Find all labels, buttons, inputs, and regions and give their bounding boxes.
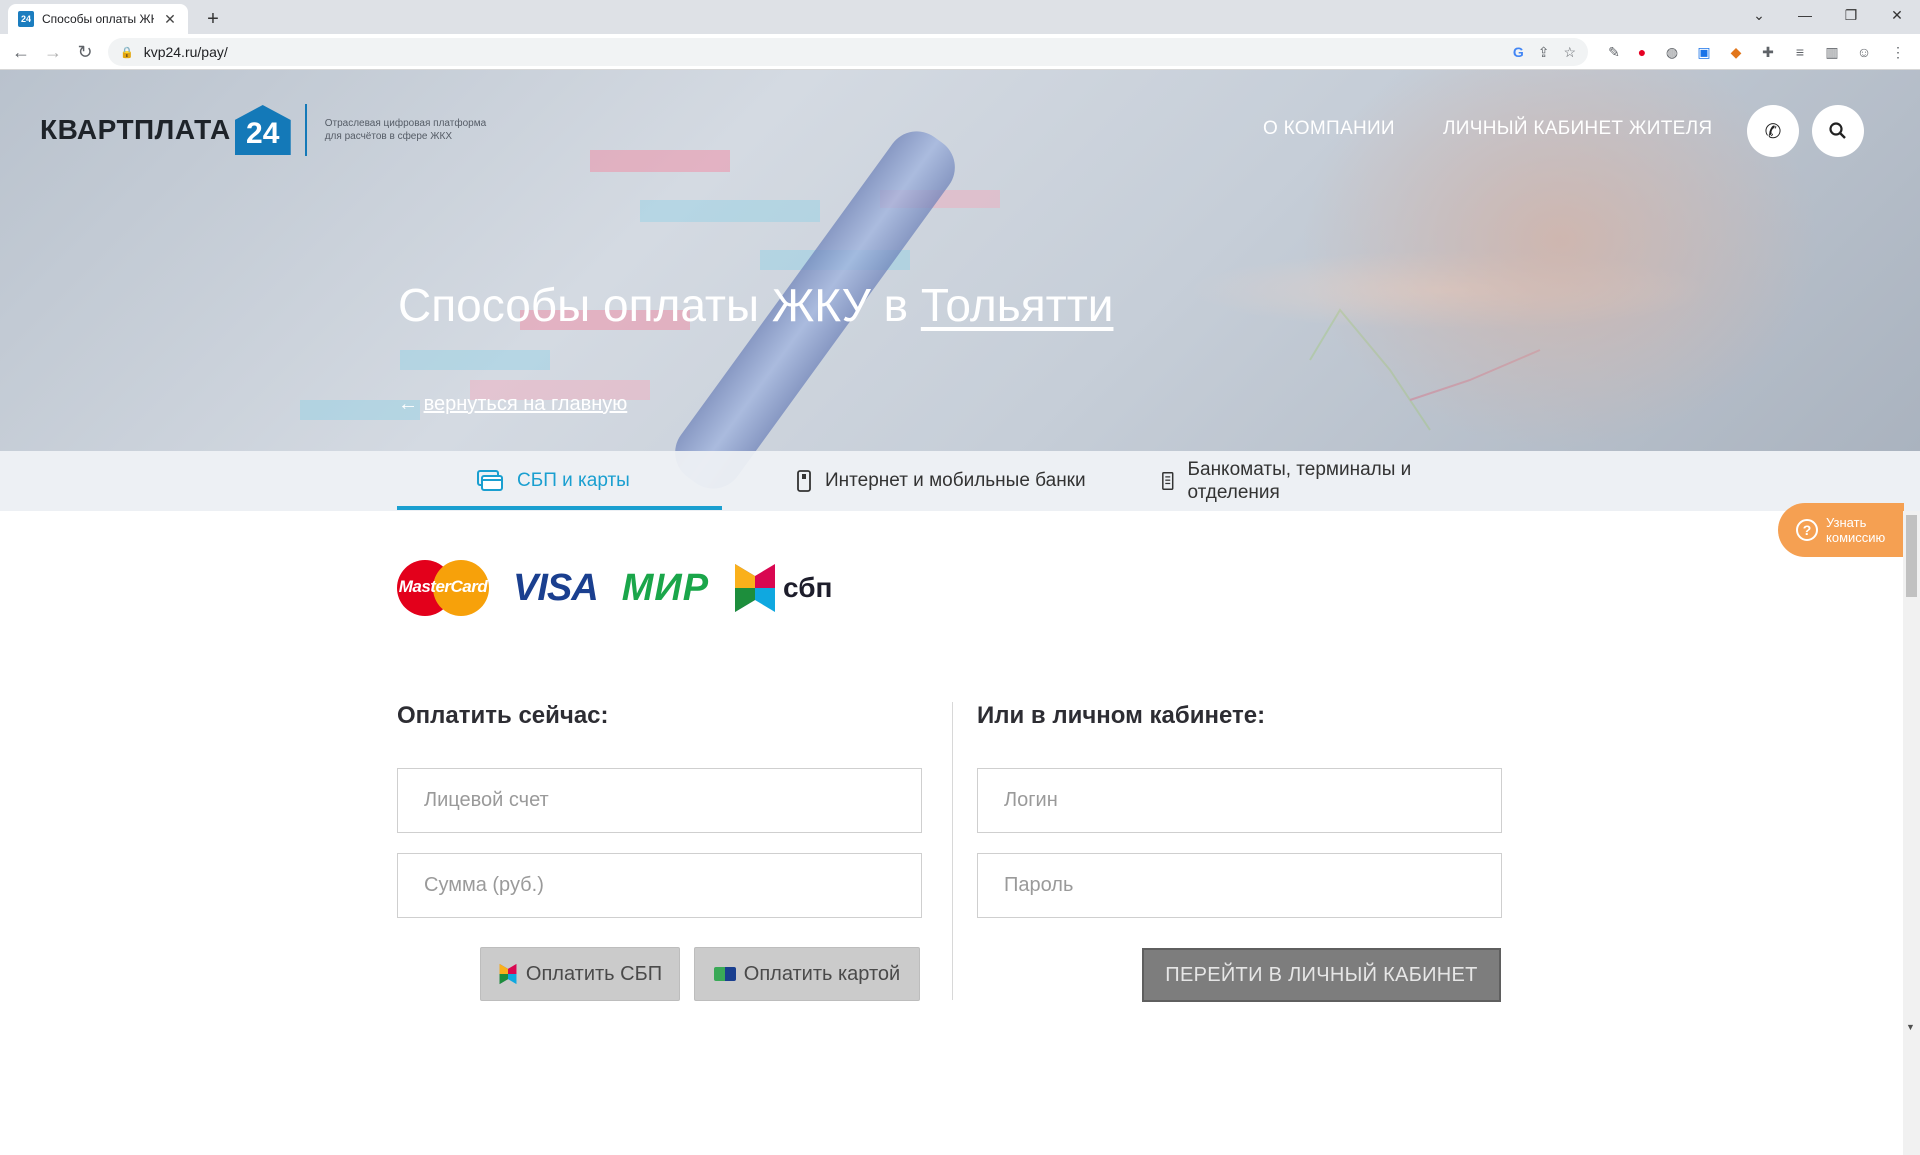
- extensions-puzzle-icon[interactable]: ✚: [1758, 42, 1778, 62]
- pay-now-title: Оплатить сейчас:: [397, 702, 609, 729]
- page: КВАРТПЛАТА 24 Отраслевая цифровая платфо…: [0, 70, 1920, 1155]
- bookmark-star-icon[interactable]: ☆: [1563, 44, 1576, 61]
- scrollbar-thumb[interactable]: [1906, 515, 1917, 597]
- back-arrow-icon: ←: [398, 393, 418, 415]
- card-icon: [477, 470, 503, 491]
- tab-internet-banks[interactable]: Интернет и мобильные банки: [797, 451, 1086, 511]
- mir-logo: МИР: [621, 566, 710, 609]
- reload-icon[interactable]: ↻: [72, 39, 98, 65]
- browser-tabstrip: 24 Способы оплаты ЖКУ ✕ + ⌄ — ❐ ✕: [0, 0, 1920, 34]
- column-divider: [952, 702, 953, 1000]
- profile-avatar-icon[interactable]: ☺: [1854, 42, 1874, 62]
- new-tab-button[interactable]: +: [200, 6, 226, 32]
- tab-label: Банкоматы, терминалы и отделения: [1187, 459, 1412, 503]
- logo-tagline: Отраслевая цифровая платформа для расчёт…: [324, 118, 487, 142]
- extension-pen-icon[interactable]: ✎: [1604, 42, 1624, 62]
- address-bar[interactable]: 🔒 kvp24.ru/pay/ G ⇪ ☆: [108, 38, 1588, 66]
- maximize-icon[interactable]: ❐: [1828, 0, 1874, 34]
- metamask-icon[interactable]: ◆: [1726, 42, 1746, 62]
- back-to-home[interactable]: ← вернуться на главную: [398, 393, 627, 416]
- site-favicon-icon: 24: [18, 11, 34, 27]
- phone-call-button[interactable]: ✆: [1747, 105, 1799, 157]
- minimize-icon[interactable]: —: [1782, 0, 1828, 34]
- pay-card-button[interactable]: Оплатить картой: [694, 947, 920, 1001]
- tab-search-chevron-icon[interactable]: ⌄: [1736, 0, 1782, 34]
- tab-label: Интернет и мобильные банки: [825, 470, 1086, 491]
- search-button[interactable]: [1812, 105, 1864, 157]
- lock-icon: 🔒: [120, 46, 134, 59]
- sbp-logo: сбп: [733, 562, 832, 614]
- media-control-icon[interactable]: ≡: [1790, 42, 1810, 62]
- nav-resident-cabinet[interactable]: ЛИЧНЫЙ КАБИНЕТ ЖИТЕЛЯ: [1443, 118, 1712, 140]
- pay-sbp-button[interactable]: Оплатить СБП: [480, 947, 680, 1001]
- nav-about-company[interactable]: О КОМПАНИИ: [1263, 118, 1395, 140]
- phone-icon: [797, 470, 811, 492]
- hero-banner: КВАРТПЛАТА 24 Отраслевая цифровая платфо…: [0, 70, 1920, 501]
- phone-icon: ✆: [1764, 120, 1782, 143]
- card-brands-icon: [713, 967, 736, 981]
- sbp-icon: [499, 963, 517, 985]
- page-scrollbar[interactable]: [1903, 511, 1920, 1155]
- site-logo[interactable]: КВАРТПЛАТА 24 Отраслевая цифровая платфо…: [40, 104, 505, 156]
- logo-text: КВАРТПЛАТА: [40, 114, 231, 145]
- go-to-cabinet-button[interactable]: ПЕРЕЙТИ В ЛИЧНЫЙ КАБИНЕТ: [1142, 948, 1501, 1002]
- commission-fab-button[interactable]: ? Узнать комиссию: [1778, 503, 1904, 557]
- atm-icon: [1162, 472, 1174, 490]
- pay-card-label: Оплатить картой: [743, 962, 901, 985]
- question-icon: ?: [1796, 519, 1818, 541]
- browser-menu-icon[interactable]: ⋮: [1888, 42, 1908, 62]
- sbp-icon: [735, 564, 776, 612]
- scroll-down-arrow-icon[interactable]: ▼: [1906, 1022, 1915, 1032]
- screen-capture-icon[interactable]: ▣: [1694, 42, 1714, 62]
- forward-icon[interactable]: →: [40, 39, 66, 65]
- mastercard-logo: MasterCard: [397, 560, 489, 616]
- payment-logos: MasterCard VISA МИР сбп: [397, 553, 832, 623]
- tab-title: Способы оплаты ЖКУ: [42, 12, 154, 26]
- mastercard-text: MasterCard: [398, 577, 488, 596]
- close-tab-icon[interactable]: ✕: [162, 11, 178, 28]
- account-number-input[interactable]: [397, 768, 922, 833]
- url-text: kvp24.ru/pay/: [143, 44, 228, 60]
- close-window-icon[interactable]: ✕: [1874, 0, 1920, 34]
- login-input[interactable]: [977, 768, 1502, 833]
- page-title: Способы оплаты ЖКУ в Тольятти: [398, 278, 1113, 332]
- tab-label: СБП и карты: [517, 470, 630, 491]
- side-panel-icon[interactable]: ▥: [1822, 42, 1842, 62]
- payment-tabs: СБП и карты Интернет и мобильные банки Б…: [0, 451, 1920, 511]
- browser-toolbar: ← → ↻ 🔒 kvp24.ru/pay/ G ⇪ ☆ ✎ ● ◍ ▣ ◆ ✚ …: [0, 34, 1920, 70]
- pay-sbp-label: Оплатить СБП: [525, 962, 663, 985]
- pinterest-icon[interactable]: ●: [1632, 42, 1652, 62]
- page-title-text: Способы оплаты ЖКУ в: [398, 279, 921, 331]
- city-selector-link[interactable]: Тольятти: [921, 279, 1114, 331]
- back-icon[interactable]: ←: [8, 39, 34, 65]
- search-icon: [1829, 122, 1846, 139]
- sbp-text: сбп: [783, 572, 833, 603]
- fab-label: Узнать комиссию: [1826, 515, 1886, 545]
- amount-input[interactable]: [397, 853, 922, 918]
- share-icon[interactable]: ⇪: [1538, 44, 1550, 61]
- logo-house-icon: 24: [234, 105, 291, 155]
- google-icon[interactable]: G: [1513, 44, 1524, 60]
- tab-sbp-cards[interactable]: СБП и карты: [477, 451, 630, 511]
- globe-icon[interactable]: ◍: [1662, 42, 1682, 62]
- password-input[interactable]: [977, 853, 1502, 918]
- browser-tab[interactable]: 24 Способы оплаты ЖКУ ✕: [8, 4, 188, 34]
- tab-atm-terminals[interactable]: Банкоматы, терминалы и отделения: [1162, 451, 1452, 511]
- logo-divider: [304, 104, 307, 156]
- visa-logo: VISA: [513, 566, 599, 609]
- cabinet-title: Или в личном кабинете:: [977, 702, 1266, 729]
- active-tab-indicator: [397, 506, 722, 510]
- back-to-home-link[interactable]: вернуться на главную: [424, 393, 628, 415]
